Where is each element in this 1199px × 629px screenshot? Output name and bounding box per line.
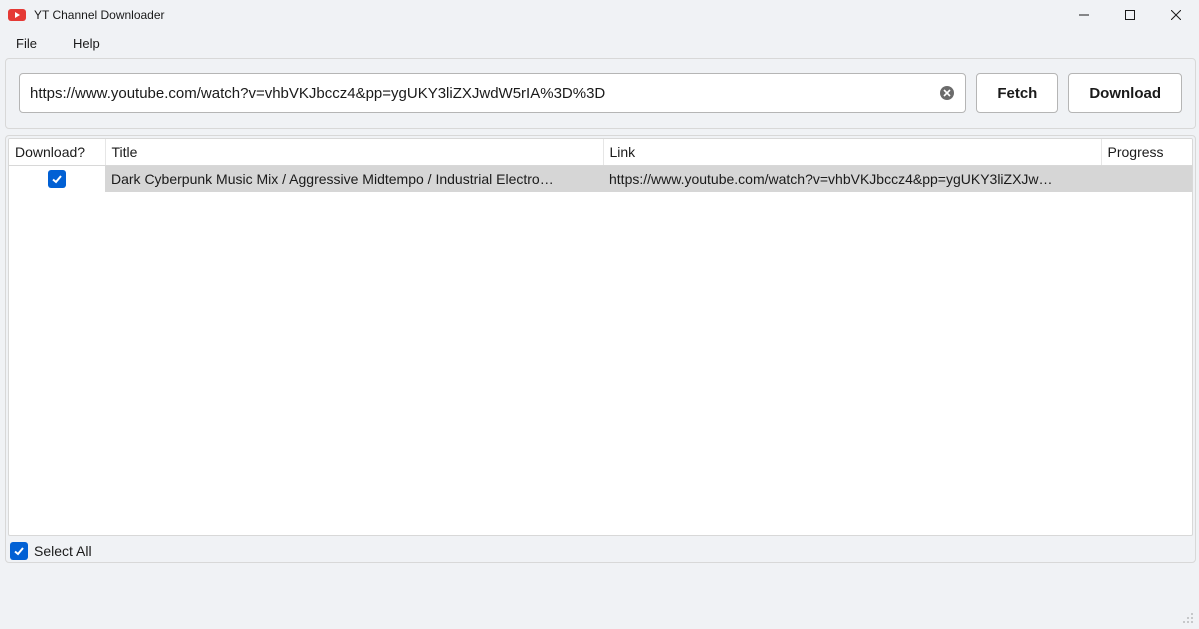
download-button[interactable]: Download [1068, 73, 1182, 113]
titlebar: YT Channel Downloader [0, 0, 1199, 30]
header-progress[interactable]: Progress [1101, 139, 1192, 165]
header-title[interactable]: Title [105, 139, 603, 165]
select-all-row: Select All [8, 539, 1193, 560]
url-input[interactable] [30, 85, 927, 102]
table-row[interactable]: Dark Cyberpunk Music Mix / Aggressive Mi… [9, 165, 1192, 192]
header-download[interactable]: Download? [9, 139, 105, 165]
table-wrapper: Download? Title Link Progress Dark Cybe [8, 138, 1193, 536]
header-link[interactable]: Link [603, 139, 1101, 165]
menu-file[interactable]: File [12, 34, 41, 53]
resize-grip-icon[interactable] [1180, 610, 1194, 624]
clear-icon[interactable] [939, 85, 955, 101]
window-title: YT Channel Downloader [34, 8, 165, 22]
main-area: Fetch Download Download? Title Link Prog [5, 58, 1196, 626]
row-link: https://www.youtube.com/watch?v=vhbVKJbc… [603, 165, 1101, 192]
close-button[interactable] [1153, 0, 1199, 30]
minimize-button[interactable] [1061, 0, 1107, 30]
fetch-button[interactable]: Fetch [976, 73, 1058, 113]
row-checkbox-icon[interactable] [48, 170, 66, 188]
results-table: Download? Title Link Progress Dark Cybe [9, 139, 1192, 192]
url-panel: Fetch Download [5, 58, 1196, 129]
select-all-checkbox[interactable] [10, 542, 28, 560]
menu-help[interactable]: Help [69, 34, 104, 53]
select-all-label: Select All [34, 543, 92, 559]
url-input-wrapper [19, 73, 966, 113]
app-icon [8, 9, 26, 21]
maximize-button[interactable] [1107, 0, 1153, 30]
table-panel: Download? Title Link Progress Dark Cybe [5, 135, 1196, 563]
row-checkbox-cell[interactable] [9, 165, 105, 192]
menubar: File Help [0, 30, 1199, 58]
row-progress [1101, 165, 1192, 192]
table-header-row: Download? Title Link Progress [9, 139, 1192, 165]
row-title: Dark Cyberpunk Music Mix / Aggressive Mi… [105, 165, 603, 192]
